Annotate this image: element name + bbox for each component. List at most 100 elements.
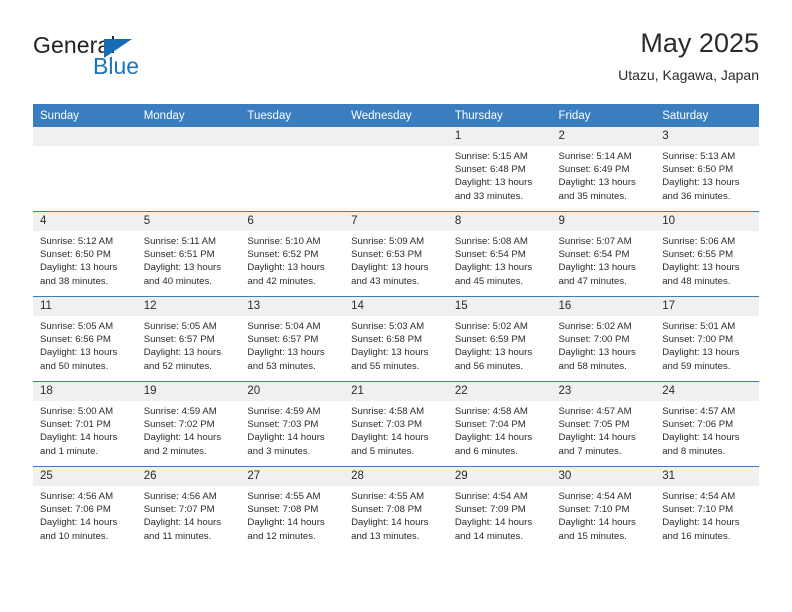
day-cell-inner: 28 Sunrise: 4:55 AM Sunset: 7:08 PM Dayligh… <box>344 467 448 551</box>
calendar-day-cell[interactable]: 27 Sunrise: 4:55 AM Sunset: 7:08 PM Dayligh… <box>240 466 345 551</box>
day-details: Sunrise: 5:06 AM Sunset: 6:55 PM Daylight:… <box>655 231 759 288</box>
day-details: Sunrise: 4:55 AM Sunset: 7:08 PM Daylight:… <box>240 486 344 543</box>
daylight-duration: and 35 minutes. <box>558 190 627 202</box>
sunset-time: Sunset: 7:08 PM <box>247 504 319 516</box>
day-details: Sunrise: 4:59 AM Sunset: 7:02 PM Daylight:… <box>137 401 241 458</box>
daylight-duration: and 7 minutes. <box>558 445 622 457</box>
calendar-day-cell[interactable]: 12 Sunrise: 5:05 AM Sunset: 6:57 PM Dayligh… <box>136 296 241 382</box>
calendar-day-cell[interactable]: 1 Sunrise: 5:15 AM Sunset: 6:48 PM Daylight… <box>447 127 552 212</box>
sunset-time: Sunset: 7:04 PM <box>454 419 526 431</box>
day-cell-inner: 23 Sunrise: 4:57 AM Sunset: 7:05 PM Dayligh… <box>551 382 656 466</box>
day-number <box>33 127 137 146</box>
sunrise-time: Sunrise: 4:56 AM <box>143 491 217 502</box>
calendar-day-cell[interactable]: 16 Sunrise: 5:02 AM Sunset: 7:00 PM Dayligh… <box>551 296 656 382</box>
weekday-header-wednesday: Wednesday <box>344 104 448 127</box>
sunset-time: Sunset: 6:50 PM <box>662 164 734 176</box>
day-details: Sunrise: 4:56 AM Sunset: 7:07 PM Daylight:… <box>137 486 241 543</box>
calendar-day-cell[interactable]: 24 Sunrise: 4:57 AM Sunset: 7:06 PM Dayligh… <box>655 381 759 467</box>
day-number: 23 <box>551 382 656 401</box>
day-details: Sunrise: 5:01 AM Sunset: 7:00 PM Daylight:… <box>655 316 759 373</box>
calendar-day-cell[interactable]: 8 Sunrise: 5:08 AM Sunset: 6:54 PM Daylight… <box>447 211 552 297</box>
calendar-day-cell[interactable]: 14 Sunrise: 5:03 AM Sunset: 6:58 PM Dayligh… <box>344 296 448 382</box>
calendar-day-cell[interactable]: 20 Sunrise: 4:59 AM Sunset: 7:03 PM Dayligh… <box>240 381 345 467</box>
calendar-day-cell[interactable]: 22 Sunrise: 4:58 AM Sunset: 7:04 PM Dayligh… <box>447 381 552 467</box>
daylight-duration: Daylight: 13 hours <box>662 347 740 359</box>
sunrise-time: Sunrise: 5:11 AM <box>143 236 217 247</box>
calendar-day-cell[interactable]: 25 Sunrise: 4:56 AM Sunset: 7:06 PM Dayligh… <box>33 466 137 551</box>
day-details: Sunrise: 5:05 AM Sunset: 6:57 PM Daylight:… <box>137 316 241 373</box>
sunrise-time: Sunrise: 5:08 AM <box>454 236 528 247</box>
day-details: Sunrise: 4:57 AM Sunset: 7:06 PM Daylight:… <box>655 401 759 458</box>
daylight-duration: Daylight: 13 hours <box>40 347 118 359</box>
calendar-day-cell[interactable]: 29 Sunrise: 4:54 AM Sunset: 7:09 PM Dayligh… <box>447 466 552 551</box>
day-cell-inner: 16 Sunrise: 5:02 AM Sunset: 7:00 PM Dayligh… <box>551 297 656 381</box>
daylight-duration: and 36 minutes. <box>662 190 731 202</box>
day-details: Sunrise: 5:05 AM Sunset: 6:56 PM Daylight:… <box>33 316 137 373</box>
sunrise-time: Sunrise: 5:15 AM <box>454 151 528 162</box>
day-details: Sunrise: 5:03 AM Sunset: 6:58 PM Daylight:… <box>344 316 448 373</box>
day-number: 19 <box>136 382 241 401</box>
calendar-page: General Blue May 2025 Utazu, Kagawa, Jap… <box>0 0 792 612</box>
daylight-duration: and 42 minutes. <box>247 275 316 287</box>
sunset-time: Sunset: 7:03 PM <box>247 419 319 431</box>
sunrise-time: Sunrise: 5:05 AM <box>143 321 217 332</box>
sunset-time: Sunset: 6:56 PM <box>40 334 111 346</box>
day-number: 30 <box>551 467 656 486</box>
day-cell-inner: 13 Sunrise: 5:04 AM Sunset: 6:57 PM Dayligh… <box>240 297 345 381</box>
daylight-duration: Daylight: 14 hours <box>143 432 222 444</box>
sunset-time: Sunset: 6:51 PM <box>143 249 215 261</box>
weekday-header-tuesday: Tuesday <box>240 104 345 127</box>
calendar-day-cell[interactable]: 11 Sunrise: 5:05 AM Sunset: 6:56 PM Dayligh… <box>33 296 137 382</box>
calendar-day-cell[interactable]: 26 Sunrise: 4:56 AM Sunset: 7:07 PM Dayligh… <box>136 466 241 551</box>
sunrise-time: Sunrise: 4:59 AM <box>143 406 217 417</box>
day-details: Sunrise: 4:58 AM Sunset: 7:03 PM Daylight:… <box>344 401 448 458</box>
day-number: 9 <box>551 212 656 231</box>
calendar-day-cell[interactable]: 9 Sunrise: 5:07 AM Sunset: 6:54 PM Daylight… <box>551 211 656 297</box>
calendar-day-cell[interactable]: 15 Sunrise: 5:02 AM Sunset: 6:59 PM Dayligh… <box>447 296 552 382</box>
day-number: 31 <box>655 467 759 486</box>
general-blue-logo[interactable]: General Blue <box>33 34 233 92</box>
calendar-day-cell[interactable]: 2 Sunrise: 5:14 AM Sunset: 6:49 PM Daylight… <box>551 127 656 212</box>
calendar-day-cell[interactable]: 23 Sunrise: 4:57 AM Sunset: 7:05 PM Dayligh… <box>551 381 656 467</box>
day-details: Sunrise: 5:15 AM Sunset: 6:48 PM Daylight:… <box>448 146 552 203</box>
weekday-header-saturday: Saturday <box>655 104 759 127</box>
calendar-day-cell[interactable]: 5 Sunrise: 5:11 AM Sunset: 6:51 PM Daylight… <box>136 211 241 297</box>
day-number <box>136 127 241 146</box>
sunrise-time: Sunrise: 5:04 AM <box>247 321 321 332</box>
calendar-day-cell[interactable]: 3 Sunrise: 5:13 AM Sunset: 6:50 PM Daylight… <box>655 127 759 212</box>
calendar-day-cell[interactable]: 10 Sunrise: 5:06 AM Sunset: 6:55 PM Dayligh… <box>655 211 759 297</box>
day-number: 26 <box>136 467 241 486</box>
calendar-day-cell[interactable]: 19 Sunrise: 4:59 AM Sunset: 7:02 PM Dayligh… <box>136 381 241 467</box>
calendar-day-cell[interactable]: 4 Sunrise: 5:12 AM Sunset: 6:50 PM Daylight… <box>33 211 137 297</box>
sunset-time: Sunset: 7:00 PM <box>558 334 630 346</box>
daylight-duration: Daylight: 13 hours <box>558 347 636 359</box>
calendar-day-cell[interactable]: 6 Sunrise: 5:10 AM Sunset: 6:52 PM Daylight… <box>240 211 345 297</box>
day-details: Sunrise: 4:58 AM Sunset: 7:04 PM Daylight:… <box>448 401 552 458</box>
calendar-day-cell[interactable]: 31 Sunrise: 4:54 AM Sunset: 7:10 PM Dayligh… <box>655 466 759 551</box>
daylight-duration: and 8 minutes. <box>662 445 726 457</box>
sunrise-time: Sunrise: 5:02 AM <box>558 321 632 332</box>
calendar-day-cell[interactable]: 21 Sunrise: 4:58 AM Sunset: 7:03 PM Dayligh… <box>344 381 448 467</box>
day-number <box>344 127 448 146</box>
day-cell-inner: 22 Sunrise: 4:58 AM Sunset: 7:04 PM Dayligh… <box>447 382 552 466</box>
day-number: 20 <box>240 382 345 401</box>
day-details <box>137 146 241 150</box>
daylight-duration: Daylight: 14 hours <box>662 517 740 529</box>
calendar-day-cell[interactable]: 17 Sunrise: 5:01 AM Sunset: 7:00 PM Dayligh… <box>655 296 759 382</box>
day-cell-inner <box>344 127 448 211</box>
sunset-time: Sunset: 7:09 PM <box>454 504 526 516</box>
daylight-duration: Daylight: 13 hours <box>351 262 429 274</box>
daylight-duration: and 43 minutes. <box>351 275 420 287</box>
calendar-day-cell[interactable]: 7 Sunrise: 5:09 AM Sunset: 6:53 PM Daylight… <box>344 211 448 297</box>
calendar-day-cell[interactable]: 30 Sunrise: 4:54 AM Sunset: 7:10 PM Dayligh… <box>551 466 656 551</box>
calendar-day-cell[interactable]: 18 Sunrise: 5:00 AM Sunset: 7:01 PM Dayligh… <box>33 381 137 467</box>
calendar-day-cell[interactable]: 28 Sunrise: 4:55 AM Sunset: 7:08 PM Dayligh… <box>344 466 448 551</box>
daylight-duration: Daylight: 14 hours <box>351 517 429 529</box>
sunrise-time: Sunrise: 4:57 AM <box>662 406 736 417</box>
day-cell-inner <box>136 127 241 211</box>
day-number: 25 <box>33 467 137 486</box>
sunset-time: Sunset: 7:05 PM <box>558 419 630 431</box>
day-cell-inner: 17 Sunrise: 5:01 AM Sunset: 7:00 PM Dayligh… <box>655 297 759 381</box>
calendar-day-cell[interactable]: 13 Sunrise: 5:04 AM Sunset: 6:57 PM Dayligh… <box>240 296 345 382</box>
day-cell-inner: 26 Sunrise: 4:56 AM Sunset: 7:07 PM Dayligh… <box>136 467 241 551</box>
